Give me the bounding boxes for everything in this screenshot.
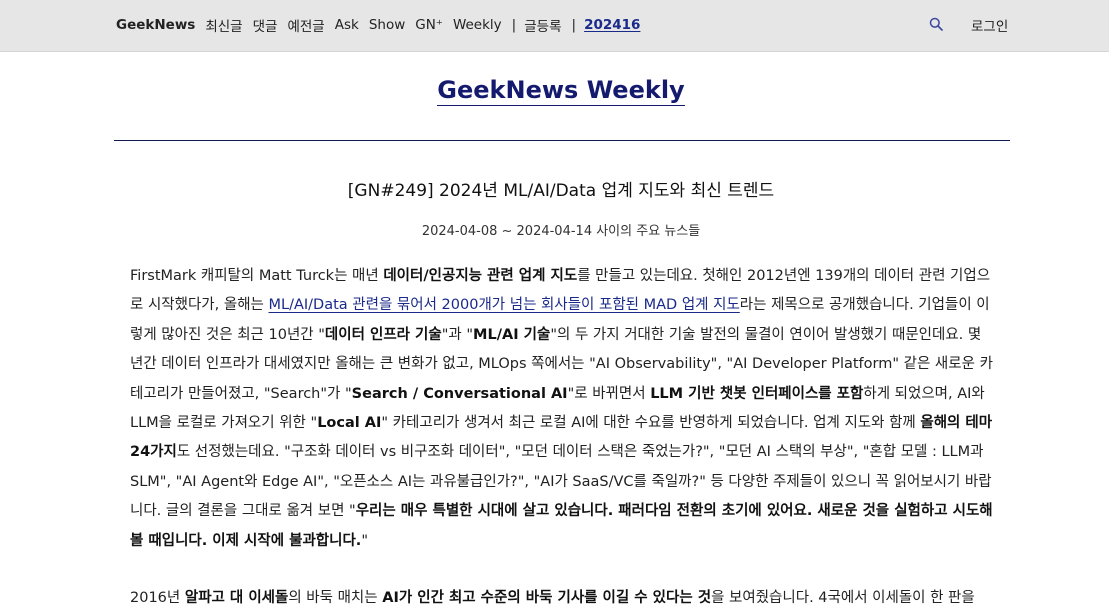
header-divider (114, 140, 1010, 141)
text: 2016년 (130, 590, 185, 607)
mad-landscape-link[interactable]: ML/AI/Data 관련을 묶어서 2000개가 넘는 회사들이 포함된 MA… (269, 297, 740, 313)
search-icon[interactable] (929, 17, 943, 31)
article-paragraph: FirstMark 캐피탈의 Matt Turck는 매년 데이터/인공지능 관… (130, 262, 996, 556)
bold-text: 데이터 인프라 기술 (324, 326, 442, 343)
bold-text: Local AI (317, 415, 382, 432)
bold-text: 데이터/인공지능 관련 업계 지도 (383, 268, 578, 284)
main-nav: GeekNews 최신글 댓글 예전글 Ask Show GN⁺ Weekly … (116, 15, 650, 35)
bold-text: AI가 인간 최고 수준의 바둑 기사를 이길 수 있다는 것 (382, 590, 712, 607)
article-paragraph: 2016년 알파고 대 이세돌의 바둑 매치는 AI가 인간 최고 수준의 바둑… (130, 584, 996, 613)
text: " (361, 532, 368, 549)
nav-latest[interactable]: 최신글 (205, 15, 242, 35)
issue-date-range: 2024-04-08 ~ 2024-04-14 사이의 주요 뉴스들 (421, 224, 701, 239)
text: "과 " (441, 326, 474, 343)
text: "로 바뀌면서 (567, 385, 651, 402)
nav-comments[interactable]: 댓글 (253, 15, 278, 35)
nav-weekly[interactable]: Weekly (453, 17, 502, 33)
bold-text: Search / Conversational AI (351, 385, 568, 402)
text: FirstMark 캐피탈의 Matt Turck는 매년 (130, 268, 384, 284)
nav-show[interactable]: Show (369, 17, 405, 33)
text: " 카테고리가 생겨서 최근 로컬 AI에 대한 수요를 반영하게 되었습니다.… (381, 415, 921, 432)
login-link[interactable]: 로그인 (971, 15, 1008, 35)
weekly-masthead: GeekNews Weekly (0, 76, 1109, 106)
nav-current-issue[interactable]: 202416 (584, 17, 640, 33)
issue-title: [GN#249] 2024년 ML/AI/Data 업계 지도와 최신 트렌드 (347, 181, 775, 201)
nav-divider: | (511, 17, 517, 33)
nav-post[interactable]: 글등록 (524, 15, 561, 35)
article-body: FirstMark 캐피탈의 Matt Turck는 매년 데이터/인공지능 관… (130, 262, 996, 613)
text: 의 바둑 매치는 (288, 590, 383, 607)
nav-gnplus[interactable]: GN⁺ (415, 17, 443, 33)
nav-ask[interactable]: Ask (335, 17, 359, 33)
brand-link[interactable]: GeekNews (116, 17, 195, 33)
bold-text: ML/AI 기술 (473, 326, 551, 343)
nav-divider: | (571, 17, 577, 33)
weekly-title[interactable]: GeekNews Weekly (437, 76, 685, 106)
bold-text: LLM 기반 챗봇 인터페이스를 포함 (650, 385, 864, 402)
top-navbar: GeekNews 최신글 댓글 예전글 Ask Show GN⁺ Weekly … (0, 0, 1109, 52)
bold-text: 알파고 대 이세돌 (184, 590, 289, 607)
nav-past[interactable]: 예전글 (287, 15, 324, 35)
text: 을 보여줬습니다. 4국에서 이세돌이 한 판을 (711, 590, 975, 607)
